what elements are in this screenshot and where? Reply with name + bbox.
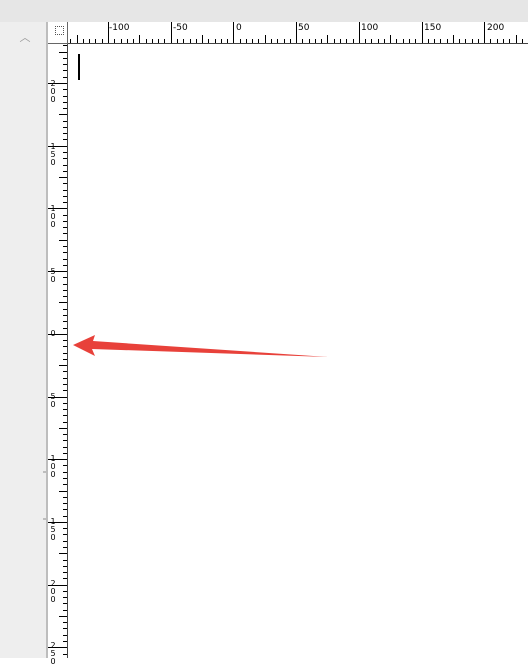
hruler-label: 0	[236, 23, 242, 33]
hruler-label: 200	[487, 23, 505, 33]
vruler-label: 150	[50, 517, 56, 542]
vertical-ruler[interactable]: 200 150 100 50 0 50 100 150 200 250	[48, 44, 68, 666]
vruler-label: 0	[50, 329, 56, 338]
vruler-label: 150	[50, 142, 56, 167]
vruler-label: 50	[50, 267, 56, 284]
hruler-label: -50	[173, 23, 188, 33]
vruler-label: 200	[50, 79, 56, 104]
scroll-up-icon[interactable]: ︿	[16, 30, 34, 46]
hruler-label: 100	[361, 23, 379, 33]
vruler-label: 200	[50, 579, 56, 604]
vruler-label: 50	[50, 392, 56, 409]
ruler-origin-corner[interactable]	[48, 22, 68, 44]
drawing-canvas[interactable]	[69, 45, 528, 658]
text-cursor	[78, 54, 80, 80]
horizontal-ruler[interactable]: -100 -50 0 50 100 150 200	[68, 22, 528, 44]
hruler-label: -100	[109, 23, 130, 33]
window-top-bar	[0, 0, 528, 23]
vruler-label: 100	[50, 454, 56, 479]
ruler-origin-icon	[55, 26, 64, 35]
vruler-label: 250	[50, 641, 56, 666]
hruler-label: 50	[298, 23, 310, 33]
vruler-label: 100	[50, 204, 56, 229]
vertical-ruler-ticks	[48, 45, 67, 655]
vertical-scrollbar[interactable]: ︿	[0, 22, 46, 658]
hruler-label: 150	[424, 23, 442, 33]
